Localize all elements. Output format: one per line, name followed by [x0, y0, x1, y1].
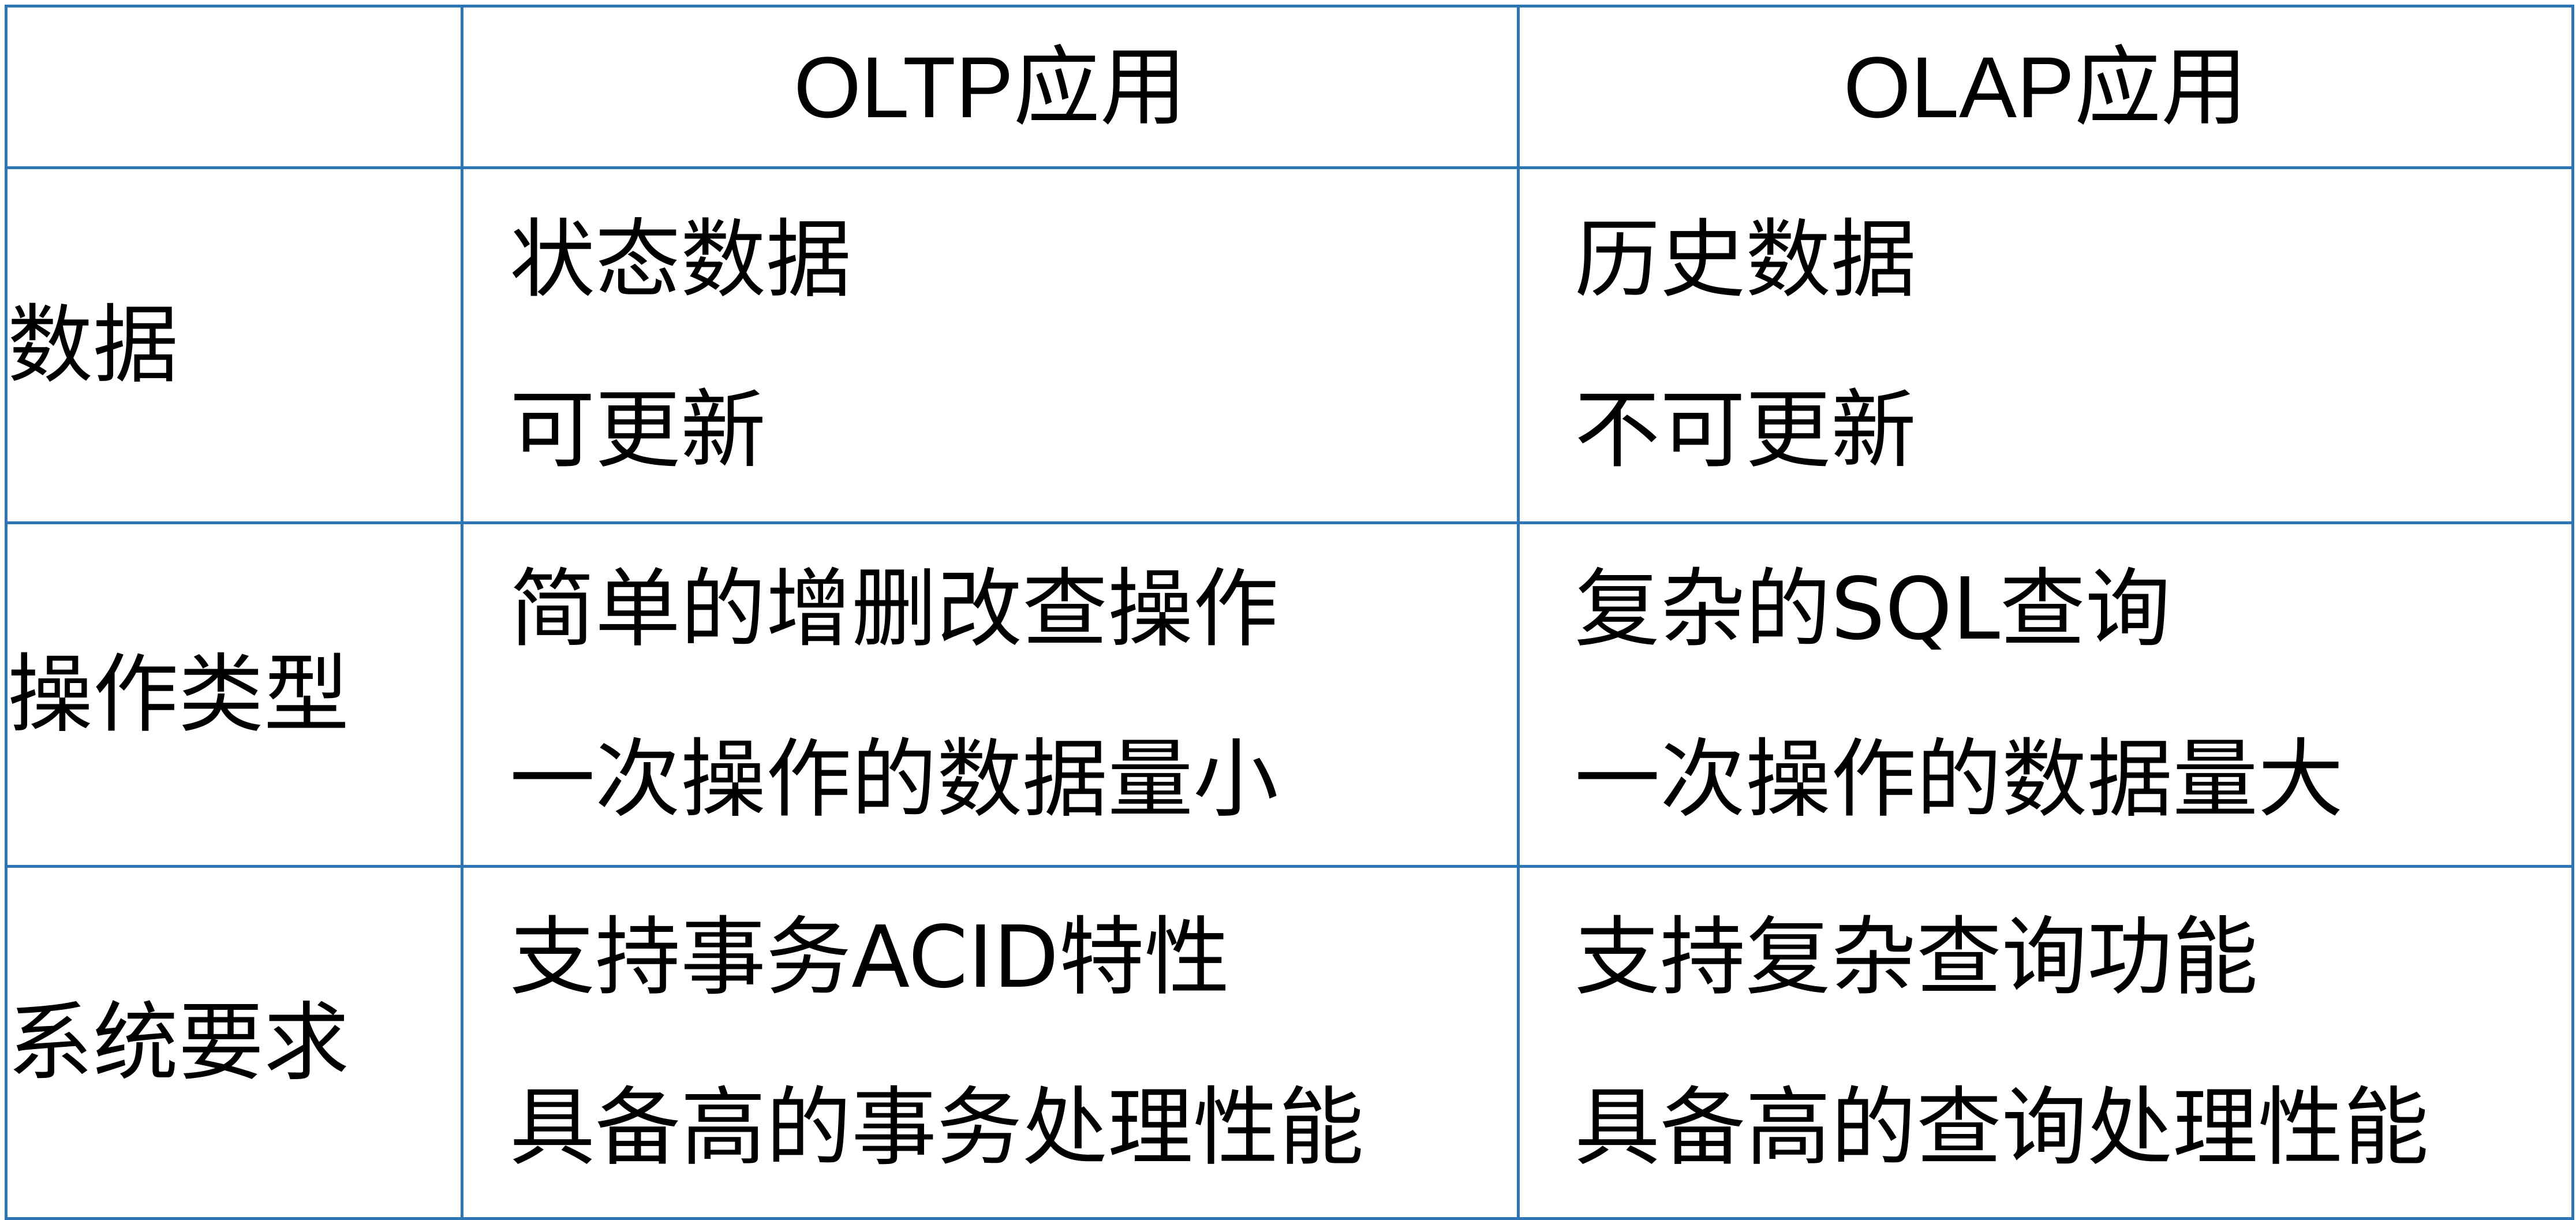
header-oltp: OLTP应用	[461, 5, 1520, 169]
cell-line: 复杂的SQL查询	[1575, 559, 2171, 659]
header-olap: OLAP应用	[1517, 5, 2574, 169]
cell-line: 一次操作的数据量大	[1575, 730, 2343, 829]
cell-line: 一次操作的数据量小	[510, 730, 1278, 829]
cell-line: 历史数据	[1575, 210, 1916, 309]
row-label-data: 数据	[5, 166, 463, 524]
cell-operation-oltp: 简单的增删改查操作 一次操作的数据量小	[461, 521, 1520, 868]
cell-data-olap: 历史数据 不可更新	[1517, 166, 2574, 524]
corner-cell	[5, 5, 463, 169]
table-row-data: 数据 状态数据 可更新 历史数据 不可更新	[5, 166, 2574, 524]
row-label-system-requirements: 系统要求	[5, 865, 463, 1220]
cell-system-oltp: 支持事务ACID特性 具备高的事务处理性能	[461, 865, 1520, 1220]
table-row-system-requirements: 系统要求 支持事务ACID特性 具备高的事务处理性能 支持复杂查询功能 具备高的…	[5, 865, 2574, 1220]
cell-system-olap: 支持复杂查询功能 具备高的查询处理性能	[1517, 865, 2574, 1220]
header-row: OLTP应用 OLAP应用	[5, 5, 2574, 169]
cell-line: 不可更新	[1575, 380, 1916, 480]
table-row-operation-type: 操作类型 简单的增删改查操作 一次操作的数据量小 复杂的SQL查询 一次操作的数…	[5, 521, 2574, 868]
cell-operation-olap: 复杂的SQL查询 一次操作的数据量大	[1517, 521, 2574, 868]
cell-line: 具备高的事务处理性能	[510, 1077, 1364, 1177]
cell-line: 支持复杂查询功能	[1575, 907, 2258, 1007]
comparison-table: OLTP应用 OLAP应用 数据 状态数据 可更新 历史数据 不可更新 操作类型…	[5, 5, 2574, 1220]
cell-data-oltp: 状态数据 可更新	[461, 166, 1520, 524]
cell-line: 支持事务ACID特性	[510, 907, 1230, 1007]
cell-line: 简单的增删改查操作	[510, 559, 1278, 659]
row-label-operation-type: 操作类型	[5, 521, 463, 868]
cell-line: 具备高的查询处理性能	[1575, 1077, 2429, 1177]
cell-line: 可更新	[510, 380, 766, 480]
cell-line: 状态数据	[510, 210, 851, 309]
